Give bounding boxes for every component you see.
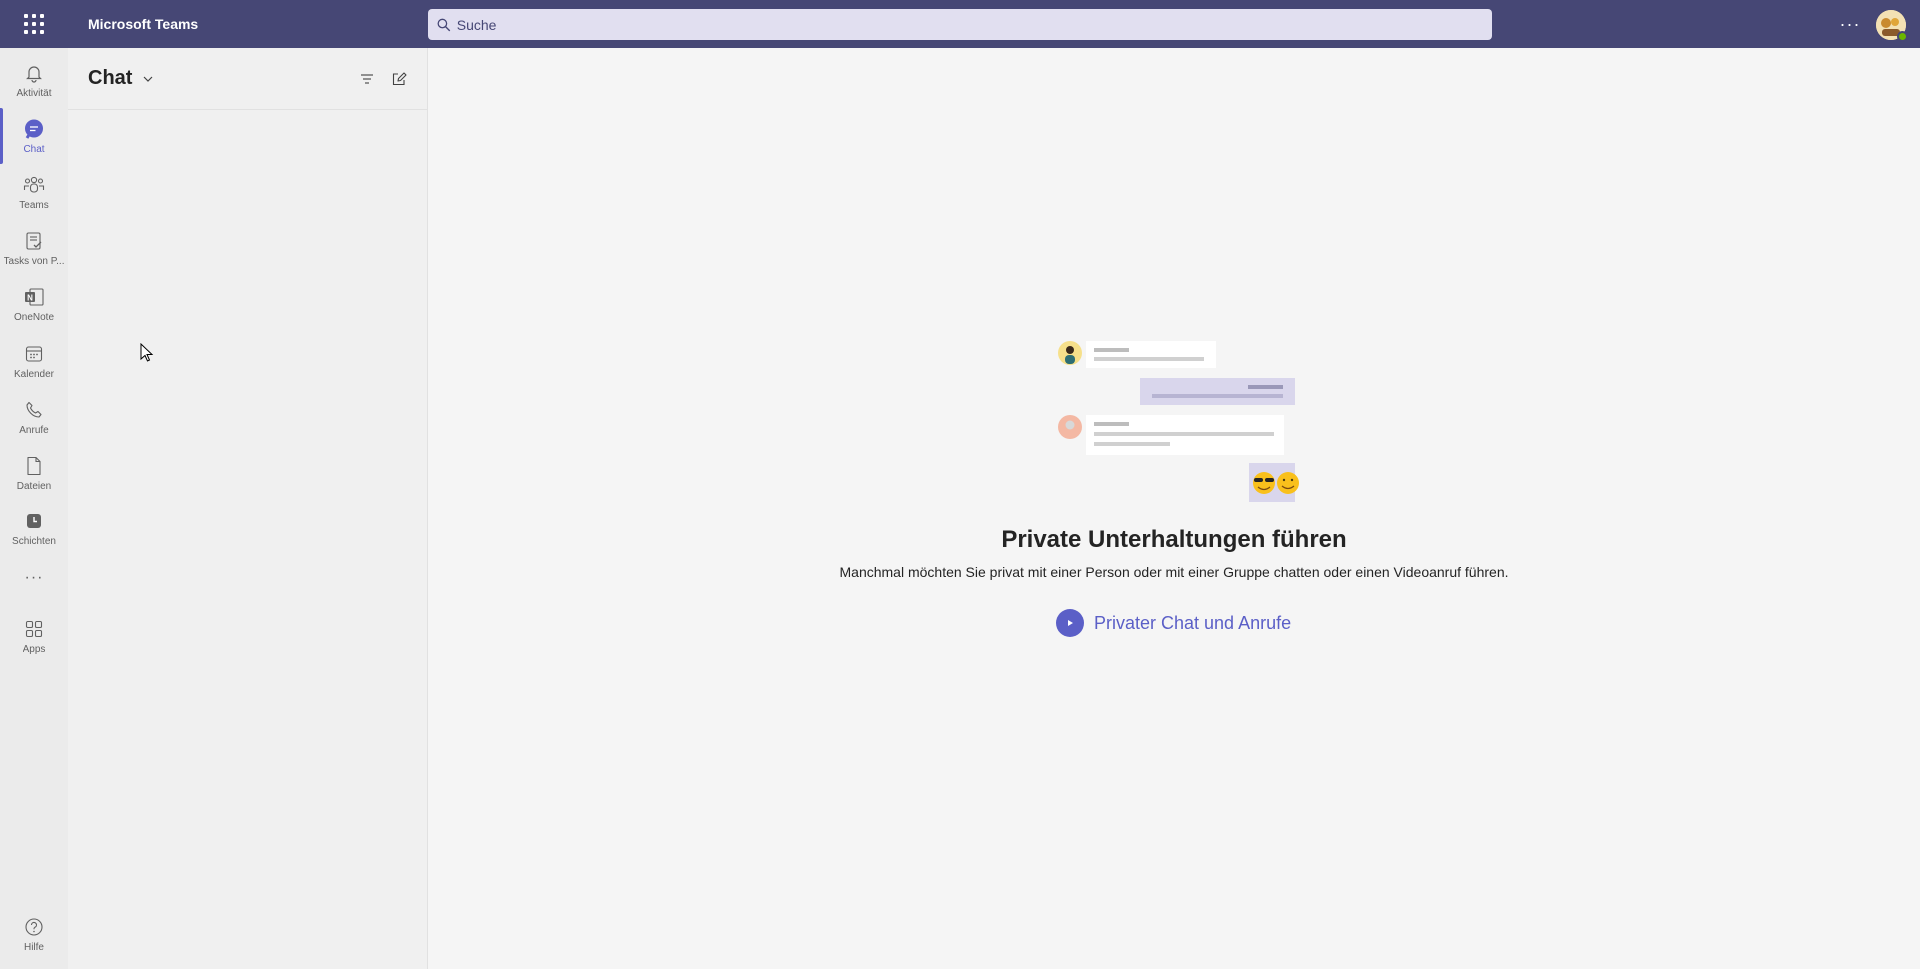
waffle-icon — [23, 14, 44, 34]
apps-grid-icon — [23, 618, 45, 640]
phone-icon — [23, 399, 45, 421]
bell-icon — [23, 62, 45, 84]
rail-item-calendar[interactable]: Kalender — [0, 333, 68, 389]
filter-button[interactable] — [356, 68, 378, 90]
chat-list-header: Chat — [68, 48, 427, 110]
search-icon — [437, 18, 451, 31]
chevron-down-icon[interactable] — [142, 73, 154, 85]
rail-item-apps[interactable]: Apps — [0, 608, 68, 664]
top-bar: Microsoft Teams ··· — [0, 0, 1920, 48]
onenote-icon: N — [23, 286, 45, 308]
page-title: Chat — [88, 67, 133, 89]
rail-more-apps-button[interactable]: ··· — [0, 553, 68, 603]
filter-icon — [361, 74, 373, 84]
rail-item-label: Hilfe — [23, 941, 44, 953]
rail-item-label: Apps — [22, 643, 46, 655]
mouse-cursor-icon — [140, 343, 154, 362]
rail-item-label: Teams — [19, 199, 49, 211]
app-title: Microsoft Teams — [88, 16, 199, 32]
more-dots-icon: ··· — [24, 569, 44, 586]
rail-item-label: Aktivität — [16, 87, 52, 99]
calendar-icon — [23, 343, 45, 365]
private-chat-video-label: Privater Chat und Anrufe — [1094, 612, 1292, 633]
rail-item-label: OneNote — [13, 311, 55, 323]
compose-icon — [392, 72, 407, 86]
app-launcher-button[interactable] — [0, 0, 67, 48]
empty-state-description: Manchmal möchten Sie privat mit einer Pe… — [839, 564, 1509, 580]
chat-list-panel: Chat — [68, 48, 428, 969]
avatar[interactable] — [1876, 10, 1908, 42]
rail-item-tasks[interactable]: Tasks von P... — [0, 220, 68, 276]
settings-more-button[interactable]: ··· — [1836, 10, 1864, 38]
main-content: Private Unterhaltungen führen Manchmal m… — [428, 48, 1920, 969]
rail-item-label: Tasks von P... — [3, 255, 65, 267]
rail-item-calls[interactable]: Anrufe — [0, 389, 68, 445]
rail-item-label: Anrufe — [19, 424, 49, 436]
search-input[interactable] — [456, 16, 1492, 33]
help-icon — [23, 916, 45, 938]
teams-people-icon — [23, 174, 45, 196]
rail-item-label: Chat — [23, 143, 45, 155]
chat-illustration — [1058, 341, 1299, 502]
shifts-clock-icon — [23, 510, 45, 532]
new-chat-button[interactable] — [388, 68, 410, 90]
svg-text:N: N — [27, 293, 33, 302]
search-box[interactable] — [428, 9, 1492, 40]
rail-item-files[interactable]: Dateien — [0, 445, 68, 501]
rail-item-help[interactable]: Hilfe — [0, 906, 68, 962]
rail-item-shifts[interactable]: Schichten — [0, 500, 68, 556]
rail-item-onenote[interactable]: N OneNote — [0, 276, 68, 332]
rail-item-teams[interactable]: Teams — [0, 164, 68, 220]
play-icon — [1056, 609, 1084, 637]
file-icon — [23, 455, 45, 477]
tasks-clipboard-icon — [23, 230, 45, 252]
rail-item-label: Kalender — [13, 368, 55, 380]
private-chat-video-link[interactable]: Privater Chat und Anrufe — [1056, 608, 1291, 638]
app-rail: Aktivität Chat Teams Tasks von P... N On… — [0, 48, 68, 969]
rail-item-chat[interactable]: Chat — [0, 108, 68, 164]
rail-item-label: Dateien — [16, 480, 52, 492]
rail-item-label: Schichten — [12, 535, 56, 547]
empty-state-title: Private Unterhaltungen führen — [1001, 526, 1347, 553]
chat-bubble-icon — [23, 118, 45, 140]
presence-status-badge — [1897, 31, 1908, 42]
rail-item-activity[interactable]: Aktivität — [0, 52, 68, 108]
